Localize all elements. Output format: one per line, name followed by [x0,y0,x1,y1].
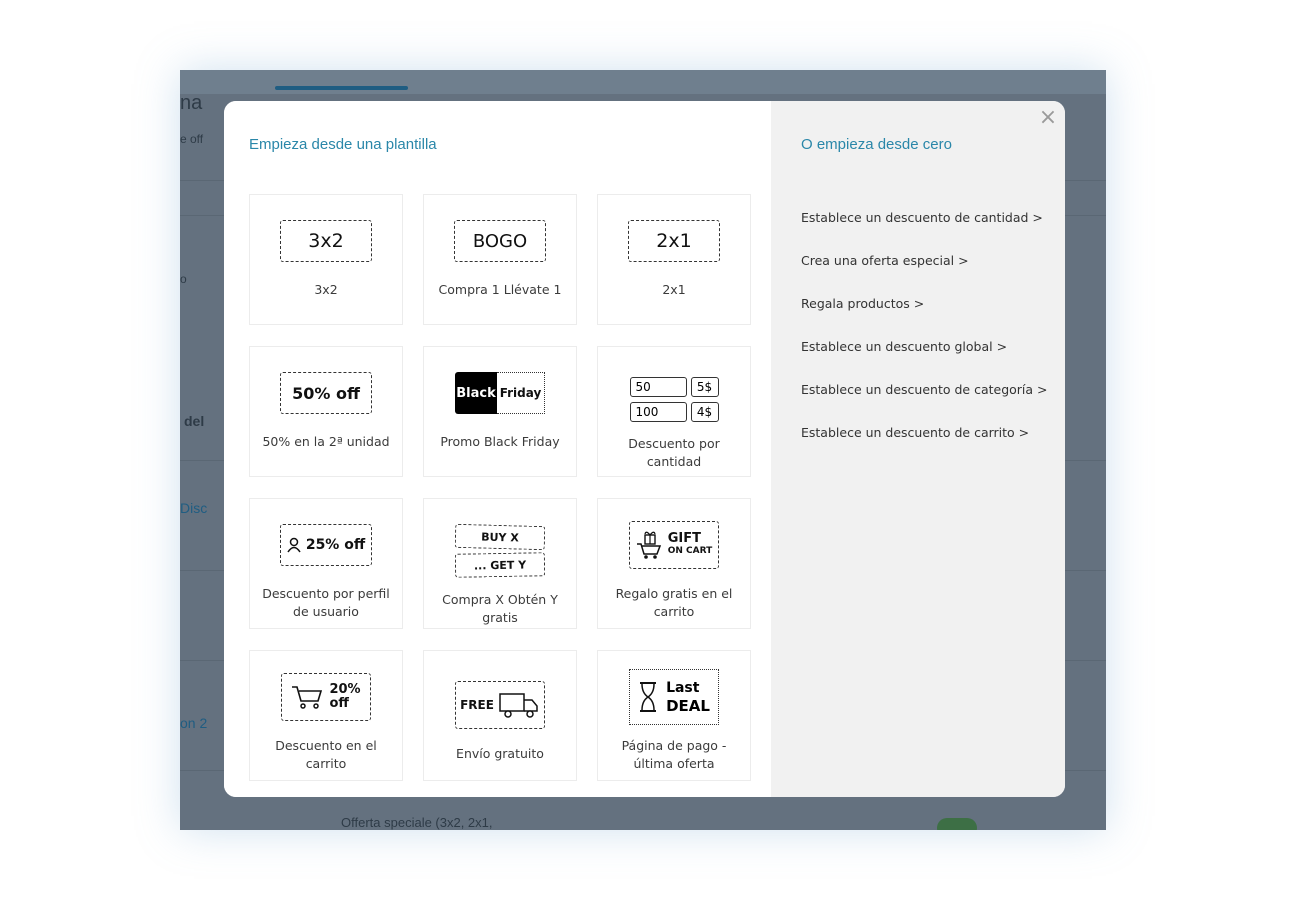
template-card-2x1[interactable]: 2x1 2x1 [597,194,751,325]
template-art: BOGO [424,201,576,281]
template-card-bogo[interactable]: BOGO Compra 1 Llévate 1 [423,194,577,325]
template-label: 3x2 [314,282,338,297]
gift-cart-badge: GIFT ON CART [629,521,719,569]
background-text: na [180,92,203,114]
template-label: Página de pago - última oferta [621,738,727,771]
gift-cart-text: GIFT ON CART [668,532,713,558]
hourglass-icon [640,682,657,712]
templates-panel: Empieza desde una plantilla 3x2 3x2 BOGO… [224,101,771,797]
link-special-offer[interactable]: Crea una oferta especial > [801,252,1048,295]
background-text: o [180,272,187,286]
template-label: Regalo gratis en el carrito [615,586,733,619]
quantity-value: 50 [629,376,687,397]
background-text: e off [180,132,204,146]
background-text: Offerta speciale (3x2, 2x1, [341,815,493,830]
buy-x-ticket: BUY X [454,523,546,551]
background-text: Disc [180,500,208,516]
black-friday-badge: Black Friday [455,372,545,414]
template-art-label: 25% off [305,537,366,553]
black-friday-badge-friday: Friday [497,372,545,414]
page: na e off o del Disc on 2 Offerta special… [0,0,1300,907]
quantity-row: 50 5$ [629,376,719,397]
template-art: 50% off [250,353,402,433]
templates-grid: 3x2 3x2 BOGO Compra 1 Llévate 1 2x1 2x1 … [249,194,751,781]
template-art: 2x1 [598,201,750,281]
template-art-label: FREE [460,698,494,712]
template-label: 2x1 [662,282,686,297]
on-cart-text: ON CART [667,546,713,556]
background-text: on 2 [180,715,208,731]
last-deal-badge: Last DEAL [629,669,719,725]
template-art: GIFT ON CART [598,505,750,585]
template-art: Black Friday [424,353,576,433]
template-card-last-deal[interactable]: Last DEAL Página de pago - última oferta [597,650,751,781]
link-quantity-discount[interactable]: Establece un descuento de cantidad > [801,209,1048,252]
link-gift-products[interactable]: Regala productos > [801,295,1048,338]
cart-discount-text: 20% off [329,683,360,711]
close-icon[interactable]: × [1037,107,1059,129]
template-card-user-profile[interactable]: 25% off Descuento por perfil de usuario [249,498,403,629]
gift-cart-icon [636,531,661,559]
template-card-buy-x-get-y[interactable]: BUY X ... GET Y Compra X Obtén Y gratis [423,498,577,629]
get-y-ticket: ... GET Y [454,552,546,578]
cart-icon [292,686,323,709]
background-toggle [937,818,977,830]
template-card-3x2[interactable]: 3x2 3x2 [249,194,403,325]
template-card-gift-on-cart[interactable]: GIFT ON CART Regalo gratis en el carrito [597,498,751,629]
template-art-label: BOGO [454,220,546,262]
link-category-discount[interactable]: Establece un descuento de categoría > [801,381,1048,424]
cart-percent-text: 20% [329,682,361,697]
template-label: Promo Black Friday [440,434,560,449]
template-label: Envío gratuito [456,746,544,761]
cart-discount-badge: 20% off [281,673,371,721]
template-label: Descuento por perfil de usuario [262,586,390,619]
free-shipping-badge: FREE [455,681,545,729]
price-value: 5$ [690,376,719,397]
template-art: 25% off [250,505,402,585]
template-art: BUY X ... GET Y [424,511,576,591]
deal-text: DEAL [666,697,710,715]
background-text: del [184,413,205,429]
template-art-label: 2x1 [628,220,720,262]
template-label: Compra 1 Llévate 1 [438,282,562,297]
template-art: FREE [424,665,576,745]
template-picker-modal: Empieza desde una plantilla 3x2 3x2 BOGO… [224,101,1065,797]
template-art: 3x2 [250,201,402,281]
quantity-row: 100 4$ [629,401,719,422]
template-card-cart-discount[interactable]: 20% off Descuento en el carrito [249,650,403,781]
gift-text: GIFT [667,531,701,546]
link-cart-discount[interactable]: Establece un descuento de carrito > [801,424,1048,467]
template-card-black-friday[interactable]: Black Friday Promo Black Friday [423,346,577,477]
template-art: 50 5$ 100 4$ [598,363,750,435]
last-deal-text: Last DEAL [666,679,710,715]
start-from-scratch-panel: × O empieza desde cero Establece un desc… [771,101,1065,797]
from-scratch-links: Establece un descuento de cantidad > Cre… [801,209,1048,467]
template-art: 20% off [250,657,402,737]
last-text: Last [666,680,700,696]
template-card-50-second-unit[interactable]: 50% off 50% en la 2ª unidad [249,346,403,477]
template-art: Last DEAL [598,657,750,737]
quantity-value: 100 [629,401,687,422]
template-label: Compra X Obtén Y gratis [442,592,558,625]
template-label: 50% en la 2ª unidad [262,434,390,449]
link-global-discount[interactable]: Establece un descuento global > [801,338,1048,381]
template-label: Descuento por cantidad [628,436,720,469]
cart-off-text: off [329,696,349,711]
template-label: Descuento en el carrito [275,738,377,771]
template-card-free-shipping[interactable]: FREE Envío gratuito [423,650,577,781]
background-active-tab-indicator [275,86,408,90]
price-value: 4$ [690,401,719,422]
black-friday-badge-black: Black [455,372,497,414]
user-discount-badge: 25% off [280,524,372,566]
template-art-label: 3x2 [280,220,372,262]
user-icon [287,537,301,553]
template-card-quantity-discount[interactable]: 50 5$ 100 4$ Descuento por cantidad [597,346,751,477]
truck-icon [499,693,538,718]
template-art-label: 50% off [280,372,372,414]
templates-title: Empieza desde una plantilla [249,136,437,153]
from-scratch-title: O empieza desde cero [801,136,952,153]
